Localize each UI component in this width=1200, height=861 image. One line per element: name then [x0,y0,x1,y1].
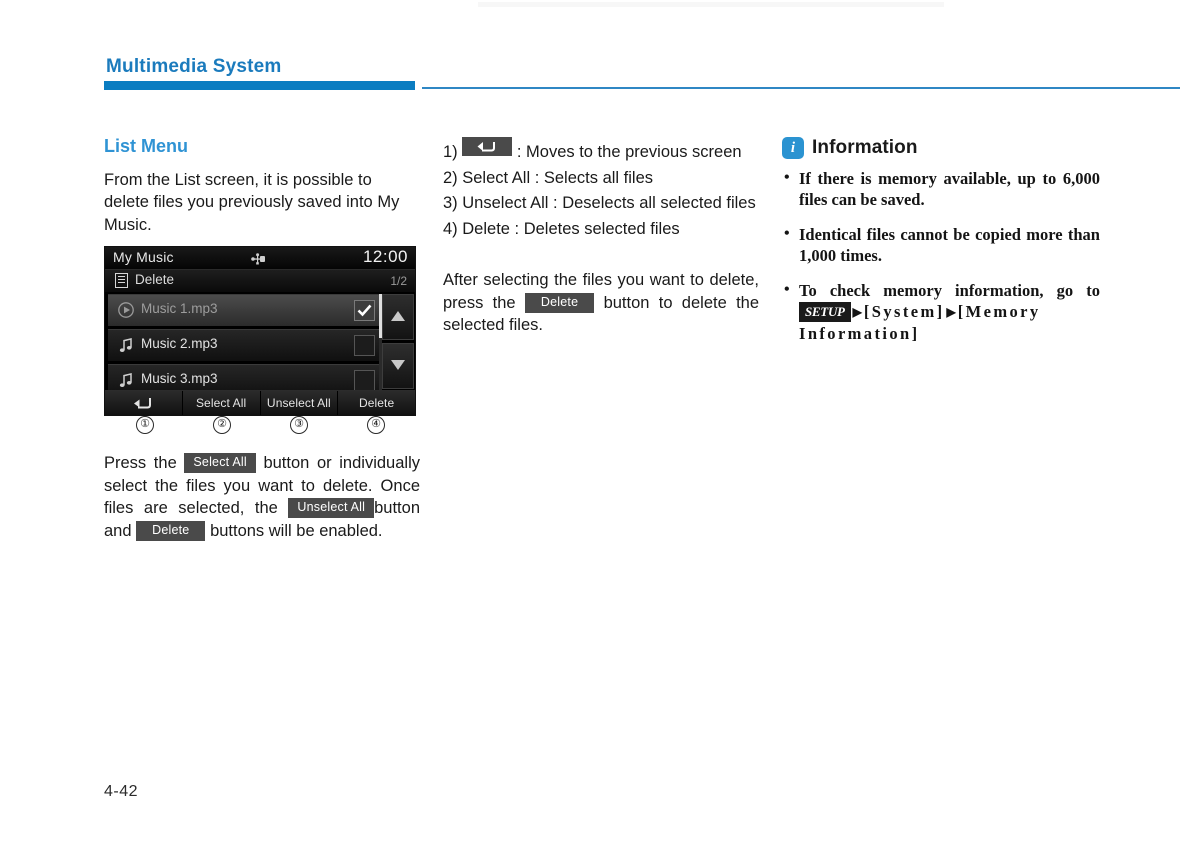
page-number: 4-42 [104,783,139,800]
middle-column: 1) : Moves to the previous screen 2) Sel… [443,137,759,337]
menu-system: [System] [863,302,945,321]
device-row-label: Music 1.mp3 [141,301,218,316]
device-title: My Music [113,249,174,265]
callout-1: ① [136,416,154,434]
chip-back-arrow [462,137,513,156]
section-title-list-menu: List Menu [104,136,188,156]
device-row-label: Music 2.mp3 [141,336,218,351]
device-screenshot: My Music 12:00 Delete 1/2 Music 1.mp3 Mu… [104,246,416,416]
device-page-indicator: 1/2 [390,274,407,288]
text-part-4: buttons will be enabled. [210,521,383,540]
device-clock: 12:00 [362,247,408,266]
unselect-all-button[interactable]: Unselect All [260,391,339,415]
table-row[interactable]: Music 1.mp3 [108,294,380,327]
chip-select-all: Select All [184,453,256,473]
back-arrow-icon [477,142,496,152]
header-rule [104,81,1180,90]
delete-button[interactable]: Delete [338,391,415,415]
device-button-bar: Select All Unselect All Delete [105,390,415,415]
list-menu-icon [115,273,128,288]
checkbox-checked[interactable] [354,300,375,321]
callout-numbers: ① ② ③ ④ [104,416,416,440]
triangle-right-icon: ▶ [946,305,956,319]
callout-2: ② [213,416,231,434]
music-note-icon [117,371,135,389]
legend-item-1: 1) : Moves to the previous screen [443,137,759,164]
memory-info-part-1: To check memory information, go to [799,281,1100,300]
checkbox-unchecked[interactable] [354,370,375,391]
information-header: i Information [782,137,1100,159]
header-rule-thick [104,81,415,90]
under-device-paragraph: Press the Select All button or individua… [104,452,420,542]
device-submenu-bar: Delete 1/2 [105,269,415,292]
device-scroll-controls [379,294,414,392]
text-part-1: Press the [104,454,177,472]
device-title-bar: My Music 12:00 [105,247,415,269]
back-button[interactable] [105,391,183,415]
callout-3: ③ [290,416,308,434]
information-list: If there is memory available, up to 6,00… [782,167,1100,344]
legend-item-3: 3) Unselect All : Deselects all selected… [443,194,756,212]
header-rule-thin [422,87,1180,89]
back-arrow-icon [134,398,152,409]
usb-icon [251,252,269,270]
information-title: Information [812,137,918,158]
chip-unselect-all: Unselect All [288,498,375,518]
chip-setup: SETUP [799,302,851,322]
device-row-label: Music 3.mp3 [141,371,218,386]
chip-delete: Delete [136,520,206,541]
callout-4: ④ [367,416,385,434]
checkbox-unchecked[interactable] [354,335,375,356]
play-circle-icon [117,301,135,319]
device-submenu-label: Delete [135,272,175,287]
delete-instruction: After selecting the files you want to de… [443,269,759,337]
triangle-right-icon: ▶ [852,305,862,319]
scroll-up-button[interactable] [382,294,414,340]
intro-paragraph: From the List screen, it is possible to … [104,170,400,234]
list-item: Identical files cannot be copied more th… [782,223,1100,266]
select-all-button[interactable]: Select All [182,391,261,415]
select-all-instruction: Press the Select All button or individua… [104,452,420,542]
device-list-area: Music 1.mp3 Music 2.mp3 Music 3.mp3 [105,292,415,397]
list-item: To check memory information, go to SETUP… [782,279,1100,344]
info-icon: i [782,137,804,159]
legend-1-text: : Moves to the previous screen [516,143,742,161]
list-item: If there is memory available, up to 6,00… [782,167,1100,210]
legend-item-2: 2) Select All : Selects all files [443,168,654,187]
legend-item-4: 4) Delete : Deletes selected files [443,219,680,238]
page-header: Multimedia System [104,57,1180,90]
information-box: i Information If there is memory availab… [782,137,1100,344]
table-row[interactable]: Music 2.mp3 [108,329,380,362]
music-note-icon [117,336,135,354]
scan-artifact [478,2,944,7]
device-file-list: Music 1.mp3 Music 2.mp3 Music 3.mp3 [108,294,380,399]
legend-1-number: 1) [443,143,458,161]
page-title: Multimedia System [106,56,282,77]
scroll-down-button[interactable] [382,343,414,389]
left-column: List Menu From the List screen, it is po… [104,136,420,236]
chip-delete: Delete [524,292,595,313]
